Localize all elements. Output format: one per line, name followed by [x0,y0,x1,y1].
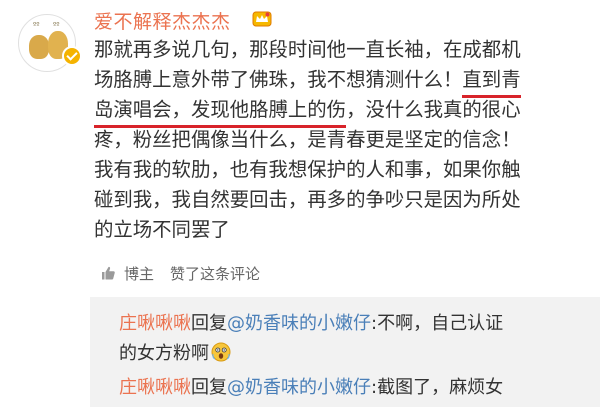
reply-item[interactable]: 庄啾啾啾回复@奶香味的小嫩仔:不啊，自己认证 [119,309,503,339]
post-text: 我有我的软肋，也有我想保护的人和事，如果你触 [94,158,521,181]
underlined-text: 直到青 [462,65,521,98]
post-body-line: 岛演唱会，发现他胳膊上的伤，没什么我真的很心 [94,95,594,128]
post-body: 那就再多说几句，那段时间他一直长袖，在成都机 场胳膊上意外带了佛珠，我不想猜测什… [94,35,594,245]
post-body-line: 疼，粉丝把偶像当什么，是青春更是坚定的信念！ [94,125,594,155]
post-body-line: 的立场不同罢了 [94,215,594,245]
post-body-line: 我有我的软肋，也有我想保护的人和事，如果你触 [94,155,594,185]
thumbs-up-icon [102,266,115,280]
reply-mention[interactable]: @奶香味的小嫩仔 [227,377,371,398]
post-text: 场胳膊上意外带了佛珠，我不想猜测什么！ [94,68,463,91]
reply-verb: 回复 [191,313,227,334]
member-crown-icon[interactable] [252,9,272,27]
reply-item[interactable]: 庄啾啾啾回复@奶香味的小嫩仔:截图了，麻烦女 [119,373,503,403]
post-text: 碰到我，我自然要回击，再多的争吵只是因为所处 [94,188,521,211]
reply-author[interactable]: 庄啾啾啾 [119,377,191,398]
post-body-line: 场胳膊上意外带了佛珠，我不想猜测什么！直到青 [94,65,594,98]
replies-panel: 庄啾啾啾回复@奶香味的小嫩仔:不啊，自己认证 的女方粉啊 庄啾啾啾回复@奶香味的… [90,297,600,407]
reply-text: 的女方粉啊 [119,343,209,364]
reply-verb: 回复 [191,377,227,398]
shocked-emoji-icon [211,342,231,362]
reply-author[interactable]: 庄啾啾啾 [119,313,191,334]
post-body-line: 碰到我，我自然要回击，再多的争吵只是因为所处 [94,185,594,215]
post-text: 的立场不同罢了 [94,218,230,241]
post-text: ，没什么我真的很心 [346,98,521,121]
reply-mention[interactable]: @奶香味的小嫩仔 [227,313,371,334]
underlined-text: 岛演唱会，发现他胳膊上的伤 [94,95,347,128]
liked-comment-text: 赞了这条评论 [170,264,261,283]
avatar-character [29,35,49,59]
post-text: 疼，粉丝把偶像当什么，是青春更是坚定的信念！ [94,128,521,151]
reply-text: :不啊，自己认证 [371,313,504,334]
verified-badge-icon [62,46,82,66]
post-text: 那就再多说几句，那段时间他一直长袖，在成都机 [94,38,521,61]
avatar-decoration: ºº [33,21,40,29]
blogger-label: 博主 [124,264,155,283]
username[interactable]: 爱不解释杰杰杰 [94,7,231,34]
blogger-liked-note: 博主 赞了这条评论 [100,263,260,283]
post-body-line: 那就再多说几句，那段时间他一直长袖，在成都机 [94,35,594,65]
reply-text: :截图了，麻烦女 [371,377,504,398]
avatar-decoration: ºº [53,21,60,29]
reply-item-continued: 的女方粉啊 [119,339,231,369]
